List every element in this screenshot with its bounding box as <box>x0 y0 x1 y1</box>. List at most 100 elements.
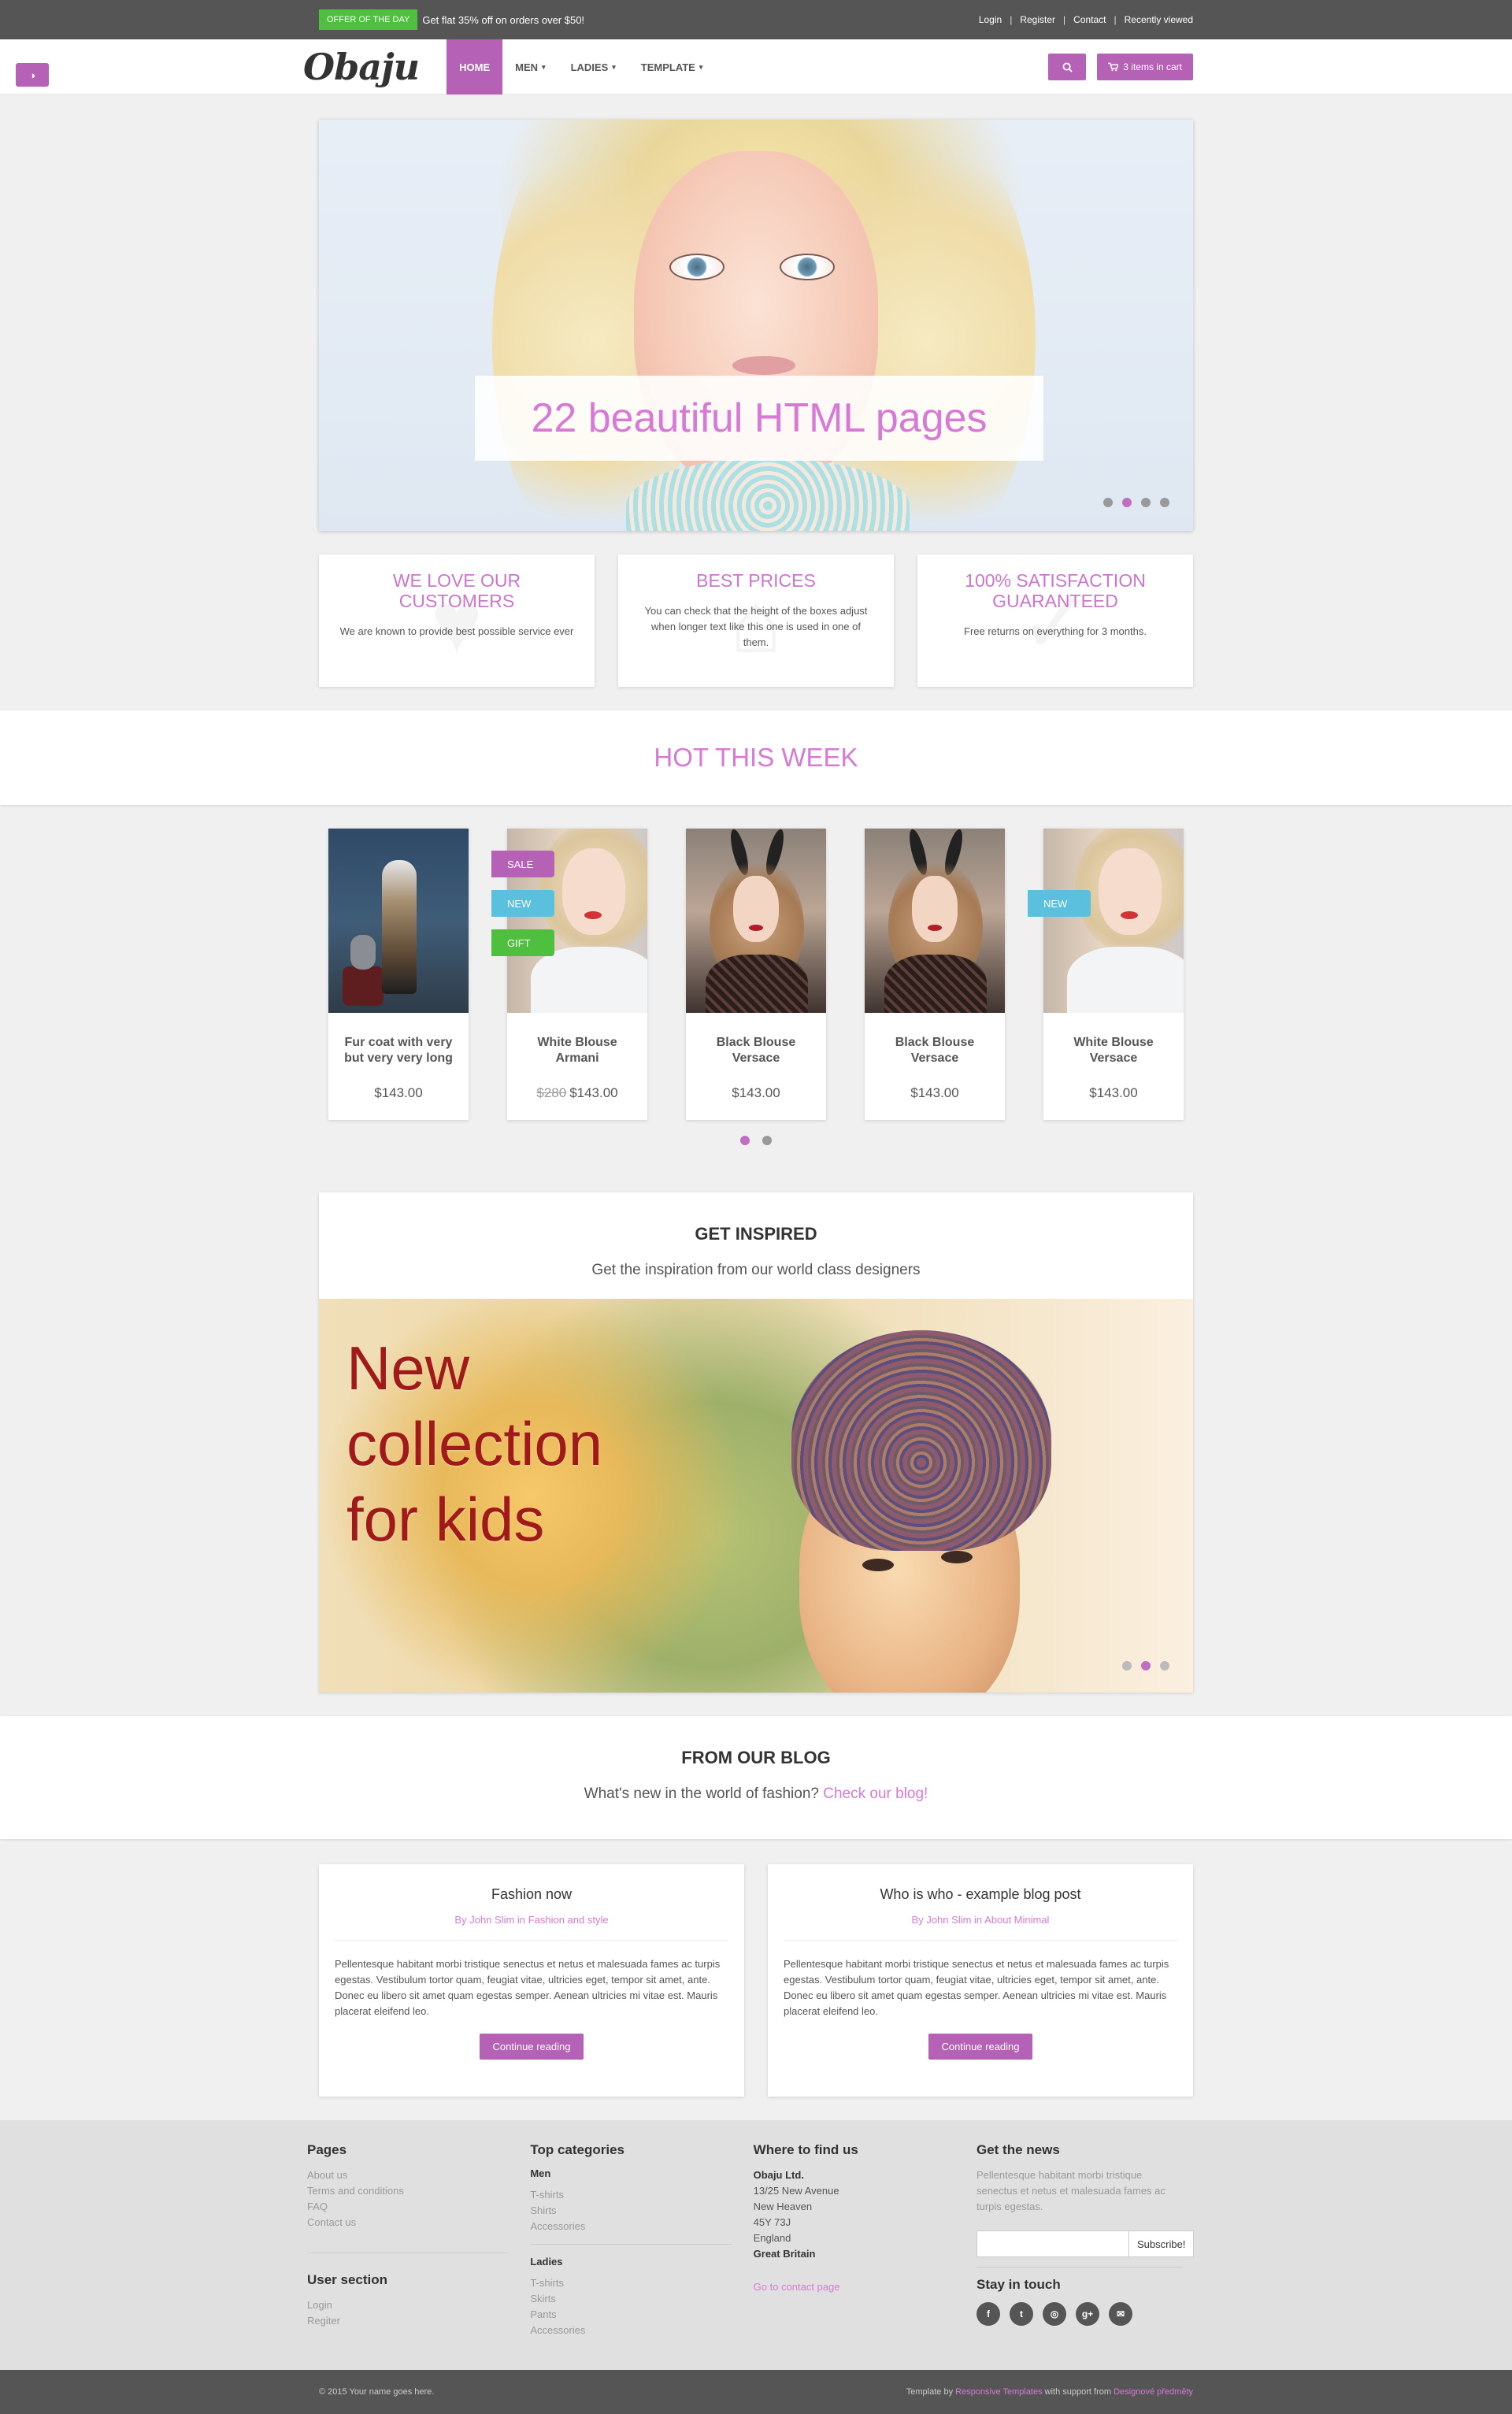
subscribe-button[interactable]: Subscribe! <box>1128 2230 1195 2257</box>
product-carousel-pagination <box>0 1136 1512 1145</box>
product-image-detail <box>531 947 647 1013</box>
footer-link-men-shirts[interactable]: Shirts <box>530 2204 556 2216</box>
nav-item-template[interactable]: TEMPLATE ▾ <box>628 39 716 95</box>
newsletter-email-input[interactable] <box>976 2230 1129 2257</box>
footer-link-about[interactable]: About us <box>307 2169 347 2181</box>
offer-badge[interactable]: OFFER OF THE DAY <box>319 9 418 30</box>
footer: Pages About us Terms and conditions FAQ … <box>0 2120 1512 2370</box>
banner-dot[interactable] <box>1160 1661 1169 1671</box>
designove-predmety-link[interactable]: Designové předměty <box>1114 2387 1193 2397</box>
section-title: GET INSPIRED <box>695 1224 817 1244</box>
footer-link-ladies-pants[interactable]: Pants <box>530 2308 556 2320</box>
footer-link-ladies-skirts[interactable]: Skirts <box>530 2293 556 2305</box>
gift-ribbon: GIFT <box>491 929 554 956</box>
slide-caption: 22 beautiful HTML pages <box>475 376 1043 461</box>
slider-dot-active[interactable] <box>1122 498 1132 507</box>
post-category-link[interactable]: Fashion and style <box>528 1914 609 1926</box>
go-to-contact-link[interactable]: Go to contact page <box>754 2281 954 2293</box>
footer-news-column: Get the news Pellentesque habitant morbi… <box>976 2142 1205 2338</box>
post-title[interactable]: Who is who - example blog post <box>784 1886 1177 1903</box>
hot-section-header: HOT THIS WEEK <box>0 710 1512 805</box>
recently-viewed-link[interactable]: Recently viewed <box>1125 14 1193 25</box>
newsletter-form: Subscribe! <box>976 2230 1195 2257</box>
address-line: 45Y 73J <box>753 2216 791 2228</box>
newsletter-text: Pellentesque habitant morbi tristique se… <box>976 2169 1166 2212</box>
post-in: in <box>517 1914 526 1926</box>
nav-menu: HOME MEN ▾ LADIES ▾ TEMPLATE ▾ <box>447 39 715 95</box>
post-title[interactable]: Fashion now <box>335 1886 728 1903</box>
footer-heading: User section <box>307 2272 388 2287</box>
post-category-link[interactable]: About Minimal <box>984 1914 1049 1926</box>
offer-link[interactable]: Get flat 35% off on orders over $50! <box>422 14 584 26</box>
product-name[interactable]: White Blouse Armani <box>515 1035 639 1066</box>
main-slider[interactable]: 22 beautiful HTML pages <box>319 120 1193 531</box>
twitter-icon[interactable]: t <box>1009 2302 1033 2326</box>
slider-dot[interactable] <box>1103 498 1113 507</box>
slider-dot[interactable] <box>1160 498 1169 507</box>
product-card[interactable]: NEW White Blouse Versace $143.00 <box>1028 829 1184 1120</box>
continue-reading-button[interactable]: Continue reading <box>928 2034 1032 2060</box>
footer-link-men-tshirts[interactable]: T-shirts <box>530 2189 564 2201</box>
product-card[interactable]: Fur coat with very but very very long $1… <box>328 829 469 1120</box>
product-name[interactable]: White Blouse Versace <box>1051 1035 1176 1066</box>
footer-link-terms[interactable]: Terms and conditions <box>307 2185 404 2197</box>
banner-dot-active[interactable] <box>1141 1661 1151 1671</box>
product-name[interactable]: Black Blouse Versace <box>694 1035 818 1066</box>
product-image[interactable] <box>686 829 826 1013</box>
product-image[interactable] <box>328 829 469 1013</box>
advantage-title: 100% SATISFACTION GUARANTEED <box>965 570 1146 611</box>
continue-reading-button[interactable]: Continue reading <box>480 2034 584 2060</box>
blog-post-card: Fashion now By John Slim in Fashion and … <box>319 1864 744 2097</box>
inspiration-banner[interactable]: New collection for kids <box>319 1299 1193 1693</box>
product-name[interactable]: Black Blouse Versace <box>873 1035 997 1066</box>
product-card[interactable]: Black Blouse Versace $143.00 <box>865 829 1005 1120</box>
google-plus-icon[interactable]: g+ <box>1075 2302 1099 2326</box>
search-button[interactable] <box>1048 54 1087 80</box>
product-image[interactable] <box>1043 829 1184 1013</box>
nav-item-men[interactable]: MEN ▾ <box>502 39 558 95</box>
nav-item-home[interactable]: HOME <box>447 39 503 95</box>
footer-link-register[interactable]: Regiter <box>307 2315 340 2327</box>
cart-button[interactable]: 3 items in cart <box>1097 54 1193 80</box>
product-price: $143.00 <box>336 1085 461 1101</box>
nav-item-ladies[interactable]: LADIES ▾ <box>558 39 628 95</box>
instagram-icon[interactable]: ◎ <box>1042 2302 1066 2326</box>
advantage-box: ♥ WE LOVE OUR CUSTOMERS We are known to … <box>319 554 595 687</box>
product-name[interactable]: Fur coat with very but very very long <box>336 1035 461 1066</box>
product-image[interactable] <box>865 829 1005 1013</box>
contact-link[interactable]: Contact <box>1073 14 1106 25</box>
post-author-link[interactable]: John Slim <box>926 1914 971 1926</box>
product-image-detail <box>733 876 779 942</box>
footer-link-men-accessories[interactable]: Accessories <box>530 2220 585 2232</box>
check-blog-link[interactable]: Check our blog! <box>823 1785 928 1802</box>
banner-dot[interactable] <box>1122 1661 1132 1671</box>
advantage-box: ⌂ BEST PRICES You can check that the hei… <box>618 554 894 687</box>
carousel-dot-active[interactable] <box>740 1136 750 1145</box>
logo[interactable]: Obaju <box>303 46 431 88</box>
address-line: New Heaven <box>753 2201 813 2212</box>
footer-link-ladies-tshirts[interactable]: T-shirts <box>530 2277 564 2289</box>
login-link[interactable]: Login <box>979 14 1002 25</box>
post-by: By <box>911 1914 924 1926</box>
slider-dot[interactable] <box>1141 498 1151 507</box>
footer-link-faq[interactable]: FAQ <box>307 2201 328 2212</box>
product-image-detail <box>343 966 384 1006</box>
product-image-detail <box>884 955 987 1013</box>
post-author-link[interactable]: John Slim <box>469 1914 514 1926</box>
section-title: HOT THIS WEEK <box>654 743 858 772</box>
separator: | <box>1114 14 1117 25</box>
register-link[interactable]: Register <box>1020 14 1055 25</box>
product-card[interactable]: Black Blouse Versace $143.00 <box>686 829 826 1120</box>
footer-link-ladies-accessories[interactable]: Accessories <box>530 2324 585 2336</box>
credits: Template by Responsive Templates with su… <box>906 2387 1193 2397</box>
responsive-templates-link[interactable]: Responsive Templates <box>955 2387 1042 2397</box>
style-switcher-button[interactable]: ◑ <box>16 63 49 87</box>
footer-link-login[interactable]: Login <box>307 2299 332 2311</box>
carousel-dot[interactable] <box>762 1136 772 1145</box>
email-icon[interactable]: ✉ <box>1108 2302 1132 2326</box>
footer-link-contact[interactable]: Contact us <box>307 2216 356 2228</box>
product-card[interactable]: SALE NEW GIFT White Blouse Armani $280 $1… <box>491 829 647 1120</box>
facebook-icon[interactable]: f <box>976 2302 1000 2326</box>
advantage-title: WE LOVE OUR CUSTOMERS <box>392 570 521 611</box>
top-bar: OFFER OF THE DAY Get flat 35% off on ord… <box>0 0 1512 39</box>
